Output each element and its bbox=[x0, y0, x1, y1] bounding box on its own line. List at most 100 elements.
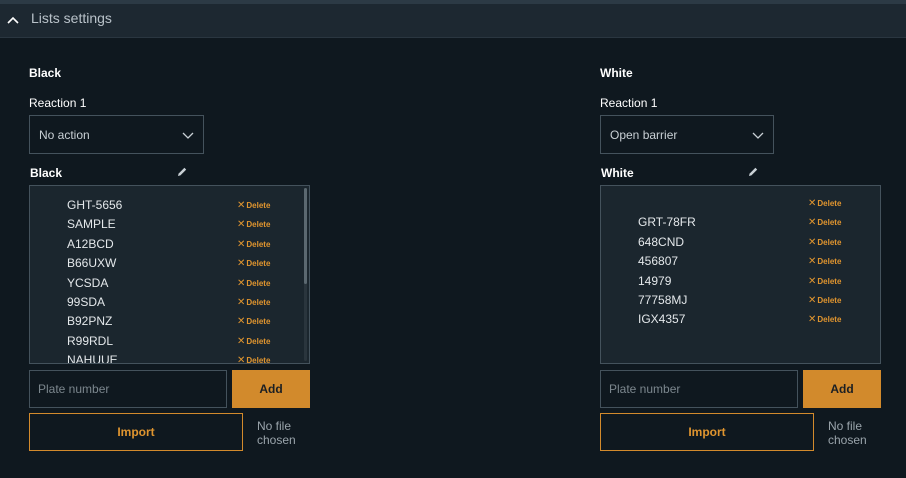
delete-button[interactable]: ✕Delete bbox=[237, 239, 270, 250]
delete-label: Delete bbox=[817, 199, 842, 208]
black-add-button[interactable]: Add bbox=[232, 370, 310, 408]
black-plate-list[interactable]: GHT-5656 ✕Delete SAMPLE ✕Delete A12BCD ✕Delet… bbox=[29, 185, 310, 364]
delete-label: Delete bbox=[246, 259, 271, 269]
list-item: 77758MJ ✕Delete bbox=[601, 291, 871, 310]
chevron-up-icon[interactable] bbox=[6, 13, 20, 27]
pencil-icon[interactable] bbox=[176, 166, 188, 178]
close-icon: ✕ bbox=[808, 217, 817, 229]
delete-button[interactable]: ✕Delete bbox=[808, 276, 841, 287]
plate-number: YCSDA bbox=[67, 275, 109, 290]
delete-label: Delete bbox=[817, 315, 842, 325]
delete-button[interactable]: ✕Delete bbox=[808, 256, 841, 267]
close-icon: ✕ bbox=[237, 258, 246, 270]
list-item: YCSDA ✕Delete bbox=[30, 274, 300, 293]
plate-number: 648CND bbox=[638, 234, 685, 249]
black-file-status: No file chosen bbox=[257, 419, 296, 447]
delete-button[interactable]: ✕Delete bbox=[808, 314, 841, 325]
close-icon: ✕ bbox=[808, 236, 817, 248]
black-section-title: Black bbox=[29, 66, 62, 80]
close-icon: ✕ bbox=[237, 219, 246, 231]
delete-label: Delete bbox=[246, 278, 271, 288]
delete-button[interactable]: ✕Delete bbox=[237, 200, 270, 211]
delete-label: Delete bbox=[817, 296, 842, 305]
plate-number: B92PNZ bbox=[67, 314, 113, 329]
delete-button[interactable]: ✕Delete bbox=[237, 278, 270, 289]
delete-button[interactable]: ✕Delete bbox=[237, 297, 270, 308]
black-list-title: Black bbox=[30, 166, 63, 180]
delete-button[interactable]: ✕Delete bbox=[808, 217, 841, 228]
list-item: GRT-78FR ✕Delete bbox=[601, 213, 871, 232]
plate-number: B66UXW bbox=[67, 256, 117, 271]
pencil-icon[interactable] bbox=[747, 166, 759, 178]
white-plate-input[interactable] bbox=[600, 370, 798, 408]
white-section-title: White bbox=[600, 66, 633, 80]
black-plate-input[interactable] bbox=[29, 370, 227, 408]
delete-label: Delete bbox=[246, 298, 271, 307]
list-item: B92PNZ ✕Delete bbox=[30, 312, 300, 331]
plate-number: R99RDL bbox=[67, 333, 114, 348]
list-item: 648CND ✕Delete bbox=[601, 233, 871, 252]
plate-number: SAMPLE bbox=[67, 217, 116, 232]
black-reaction-label: Reaction 1 bbox=[29, 96, 87, 110]
close-icon: ✕ bbox=[237, 200, 246, 211]
scrollbar-thumb[interactable] bbox=[304, 188, 307, 284]
close-icon: ✕ bbox=[808, 295, 817, 306]
white-plate-list[interactable]: ✕Delete GRT-78FR ✕Delete 648CND ✕Delete 45680… bbox=[600, 185, 881, 364]
plate-number: 99SDA bbox=[67, 295, 106, 309]
close-icon: ✕ bbox=[808, 275, 817, 287]
close-icon: ✕ bbox=[237, 355, 246, 364]
chevron-down-icon bbox=[752, 132, 764, 139]
lists-settings-header[interactable]: Lists settings bbox=[0, 0, 906, 38]
delete-label: Delete bbox=[246, 239, 271, 249]
delete-label: Delete bbox=[817, 276, 842, 286]
delete-label: Delete bbox=[246, 201, 271, 210]
plate-number: GRT-78FR bbox=[638, 215, 696, 230]
delete-button[interactable]: ✕Delete bbox=[237, 336, 270, 347]
list-item: 14979 ✕Delete bbox=[601, 272, 871, 291]
list-item: B66UXW ✕Delete bbox=[30, 254, 300, 273]
list-item: IGX4357 ✕Delete bbox=[601, 310, 871, 329]
delete-label: Delete bbox=[817, 257, 842, 267]
list-item: R99RDL ✕Delete bbox=[30, 332, 300, 351]
black-reaction-value: No action bbox=[39, 128, 90, 142]
plate-number: 14979 bbox=[638, 273, 672, 288]
delete-label: Delete bbox=[817, 218, 842, 228]
delete-label: Delete bbox=[246, 336, 271, 346]
close-icon: ✕ bbox=[237, 335, 246, 347]
delete-button[interactable]: ✕Delete bbox=[808, 237, 841, 248]
white-file-status: No file chosen bbox=[828, 419, 867, 447]
delete-label: Delete bbox=[246, 356, 271, 364]
close-icon: ✕ bbox=[808, 198, 817, 209]
list-item: SAMPLE ✕Delete bbox=[30, 215, 300, 234]
list-item: A12BCD ✕Delete bbox=[30, 235, 300, 254]
list-item: 99SDA ✕Delete bbox=[30, 293, 300, 312]
plate-number: A12BCD bbox=[67, 236, 114, 251]
plate-number: IGX4357 bbox=[638, 312, 686, 327]
delete-button[interactable]: ✕Delete bbox=[808, 295, 841, 306]
close-icon: ✕ bbox=[808, 256, 817, 268]
plate-number: 456807 bbox=[638, 254, 679, 269]
list-item: 456807 ✕Delete bbox=[601, 252, 871, 271]
delete-button[interactable]: ✕Delete bbox=[237, 219, 270, 230]
chevron-down-icon bbox=[182, 132, 194, 139]
list-item: GHT-5656 ✕Delete bbox=[30, 196, 300, 215]
black-reaction-select[interactable]: No action bbox=[29, 115, 204, 154]
white-import-button[interactable]: Import bbox=[600, 413, 814, 451]
close-icon: ✕ bbox=[808, 314, 817, 326]
close-icon: ✕ bbox=[237, 297, 246, 308]
white-list-title: White bbox=[601, 166, 634, 180]
white-reaction-label: Reaction 1 bbox=[600, 96, 658, 110]
white-reaction-value: Open barrier bbox=[610, 128, 678, 142]
list-item: NAHUUE ✕Delete bbox=[30, 351, 300, 364]
delete-button[interactable]: ✕Delete bbox=[237, 316, 270, 327]
plate-number: GHT-5656 bbox=[67, 198, 123, 212]
plate-number: 77758MJ bbox=[638, 293, 688, 307]
delete-button[interactable]: ✕Delete bbox=[237, 355, 271, 364]
delete-button[interactable]: ✕Delete bbox=[237, 258, 270, 269]
header-title: Lists settings bbox=[31, 10, 112, 26]
delete-button[interactable]: ✕Delete bbox=[808, 198, 841, 209]
black-import-button[interactable]: Import bbox=[29, 413, 243, 451]
close-icon: ✕ bbox=[237, 238, 246, 250]
white-add-button[interactable]: Add bbox=[803, 370, 881, 408]
white-reaction-select[interactable]: Open barrier bbox=[600, 115, 774, 154]
